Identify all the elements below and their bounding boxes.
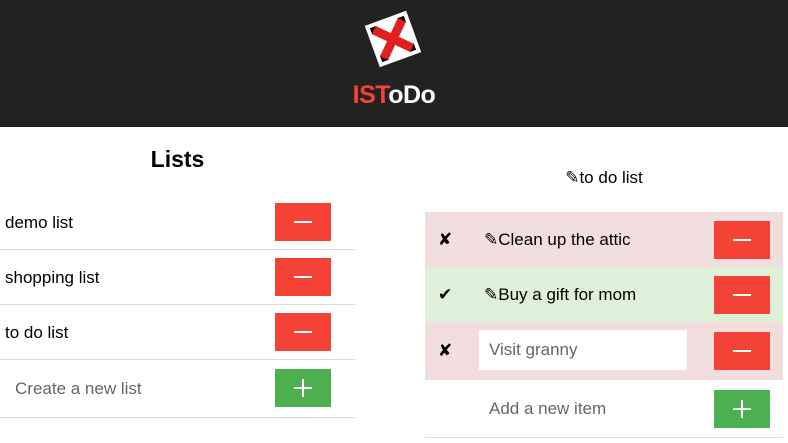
todo-item-row: ✔ ✎Buy a gift for mom (425, 267, 783, 322)
lists-title: Lists (150, 146, 205, 172)
add-item-button[interactable] (714, 390, 770, 428)
new-list-input[interactable]: Create a new list (15, 360, 142, 418)
todo-item-text[interactable]: ✎Clean up the attic (484, 212, 631, 267)
list-item-label[interactable]: to do list (5, 305, 68, 360)
toggle-status-icon[interactable]: ✘ (438, 322, 452, 380)
minus-icon (294, 331, 312, 333)
new-item-input[interactable]: Add a new item (489, 380, 606, 438)
edit-item-value: Visit granny (489, 340, 578, 359)
new-item-row: Add a new item (425, 380, 783, 438)
todo-list-title[interactable]: ✎to do list (425, 168, 783, 188)
list-item-label[interactable]: demo list (5, 195, 73, 250)
todo-item-row: ✘ Visit granny (425, 322, 783, 380)
brand-part-1: IST (352, 81, 389, 109)
minus-icon (733, 294, 751, 296)
remove-item-button[interactable] (714, 332, 770, 370)
list-item: to do list (0, 305, 355, 360)
app-header: ISToDo (0, 0, 788, 127)
minus-icon (733, 350, 751, 352)
list-item: demo list (0, 195, 355, 250)
brand-part-2: oDo (388, 81, 436, 109)
remove-list-button[interactable] (275, 258, 331, 296)
edit-item-input[interactable]: Visit granny (479, 330, 687, 370)
remove-list-button[interactable] (275, 313, 331, 351)
minus-icon (733, 239, 751, 241)
list-item: shopping list (0, 250, 355, 305)
toggle-status-icon[interactable]: ✘ (438, 212, 452, 267)
app-brand: ISToDo (0, 81, 788, 110)
minus-icon (294, 221, 312, 223)
add-list-button[interactable] (275, 369, 331, 407)
toggle-status-icon[interactable]: ✔ (438, 267, 452, 322)
list-item-label[interactable]: shopping list (5, 250, 100, 305)
minus-icon (294, 276, 312, 278)
remove-list-button[interactable] (275, 203, 331, 241)
new-list-row: Create a new list (0, 360, 355, 418)
remove-item-button[interactable] (714, 276, 770, 314)
logo-icon (364, 10, 422, 68)
todo-item-text[interactable]: ✎Buy a gift for mom (484, 267, 636, 322)
remove-item-button[interactable] (714, 221, 770, 259)
todo-item-row: ✘ ✎Clean up the attic (425, 212, 783, 267)
